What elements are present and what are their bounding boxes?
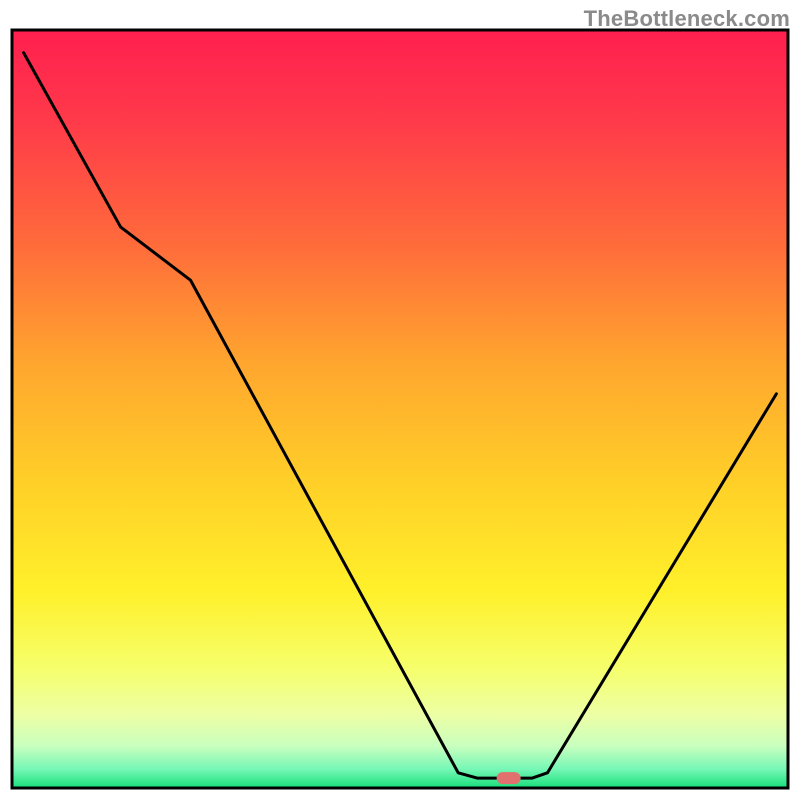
bottleneck-chart [0, 0, 800, 800]
chart-container: TheBottleneck.com [0, 0, 800, 800]
optimal-point-marker [497, 772, 521, 784]
plot-background [12, 30, 788, 788]
watermark-label: TheBottleneck.com [584, 6, 790, 32]
